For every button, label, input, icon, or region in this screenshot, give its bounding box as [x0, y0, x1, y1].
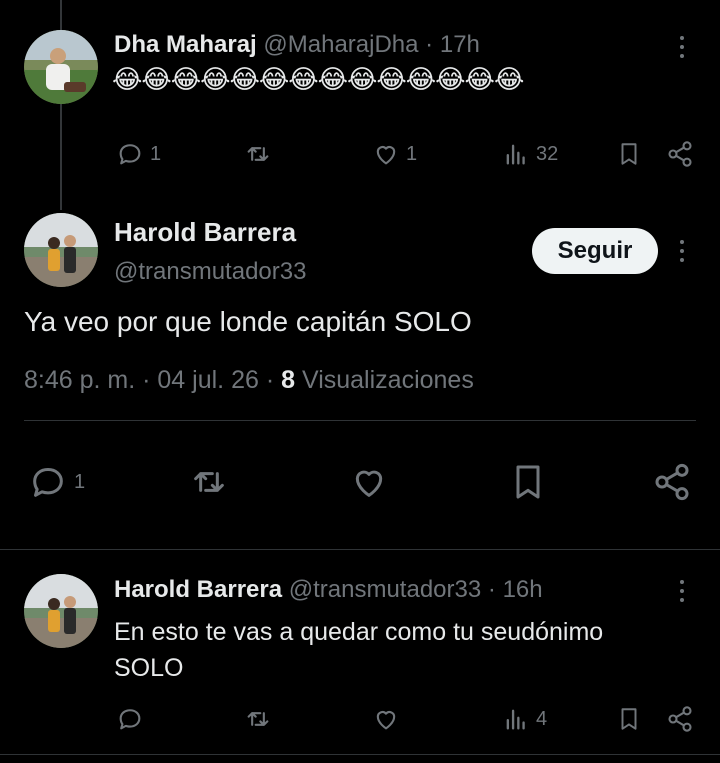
avatar[interactable] — [24, 574, 98, 648]
more-options-icon[interactable] — [674, 576, 690, 606]
like-button[interactable] — [372, 705, 400, 733]
retweet-button[interactable] — [188, 462, 230, 502]
reply-button[interactable] — [116, 705, 144, 733]
avatar[interactable] — [24, 213, 98, 287]
separator-dot: · — [142, 366, 151, 394]
retweet-icon — [247, 147, 269, 161]
share-button[interactable] — [652, 462, 692, 502]
tweet-content-line: SOLO — [114, 654, 184, 682]
views-button[interactable]: 32 — [502, 140, 558, 168]
bookmark-icon — [516, 465, 540, 499]
view-count: 4 — [536, 707, 548, 730]
handle[interactable]: @MaharajDha — [263, 31, 418, 58]
retweet-button[interactable] — [244, 140, 272, 168]
follow-button[interactable]: Seguir — [532, 228, 658, 274]
heart-icon — [355, 470, 383, 497]
timestamp[interactable]: 17h — [440, 31, 480, 58]
tweet-header: Dha Maharaj @MaharajDha · 17h — [114, 31, 480, 59]
bookmark-button[interactable] — [616, 705, 642, 733]
reply-icon — [33, 468, 63, 497]
view-count: 32 — [536, 142, 559, 165]
share-button[interactable] — [666, 705, 694, 733]
bookmark-icon — [621, 143, 637, 165]
display-name[interactable]: Dha Maharaj — [114, 31, 257, 58]
timestamp[interactable]: 16h — [503, 576, 543, 603]
analytics-icon — [506, 144, 525, 165]
divider — [24, 420, 696, 421]
retweet-button[interactable] — [244, 705, 272, 733]
retweet-icon — [247, 712, 269, 726]
handle[interactable]: @transmutador33 — [114, 258, 306, 286]
separator-dot: · — [265, 366, 275, 394]
tweet-content: 😂😂😂😂😂😂😂😂😂😂😂😂😂😂 — [112, 64, 524, 94]
separator-dot: · — [425, 31, 434, 58]
reply-button[interactable]: 1 — [28, 462, 85, 502]
reply-count: 1 — [74, 470, 86, 493]
divider — [0, 549, 720, 550]
analytics-icon — [506, 709, 525, 730]
bookmark-icon — [621, 708, 637, 730]
views-label[interactable]: Visualizaciones — [302, 366, 474, 394]
handle[interactable]: @transmutador33 — [289, 576, 481, 603]
share-icon — [655, 463, 689, 501]
tweet-content: En esto te vas a quedar como tu seudónim… — [114, 614, 603, 686]
display-name[interactable]: Harold Barrera — [114, 576, 282, 603]
bookmark-button[interactable] — [616, 140, 642, 168]
display-name[interactable]: Harold Barrera — [114, 217, 296, 248]
views-count: 8 — [281, 366, 296, 394]
reply-icon — [119, 144, 141, 165]
more-options-icon[interactable] — [674, 236, 690, 266]
more-options-icon[interactable] — [674, 32, 690, 62]
tweet-content-line: En esto te vas a quedar como tu seudónim… — [114, 618, 604, 646]
heart-icon — [376, 711, 396, 730]
share-icon — [668, 141, 692, 167]
reply-icon — [119, 709, 141, 730]
tweet-time[interactable]: 8:46 p. m. — [24, 366, 135, 394]
reply-button[interactable]: 1 — [116, 140, 161, 168]
like-count: 1 — [406, 142, 418, 165]
like-button[interactable] — [348, 462, 390, 502]
tweet-content: Ya veo por que londe capitán SOLO — [24, 306, 472, 337]
tweet-metadata: 8:46 p. m. · 04 jul. 26 · 8 Visualizacio… — [24, 366, 474, 395]
views-button[interactable]: 4 — [502, 705, 547, 733]
avatar[interactable] — [24, 30, 98, 104]
divider — [0, 754, 720, 755]
heart-icon — [376, 146, 396, 165]
reply-count: 1 — [150, 142, 162, 165]
tweet-header: Harold Barrera @transmutador33 · 16h — [114, 576, 543, 604]
like-button[interactable]: 1 — [372, 140, 417, 168]
retweet-icon — [194, 472, 224, 492]
separator-dot: · — [487, 576, 496, 603]
share-button[interactable] — [666, 140, 694, 168]
share-icon — [668, 706, 692, 732]
bookmark-button[interactable] — [508, 462, 548, 502]
tweet-date[interactable]: 04 jul. 26 — [157, 366, 258, 394]
